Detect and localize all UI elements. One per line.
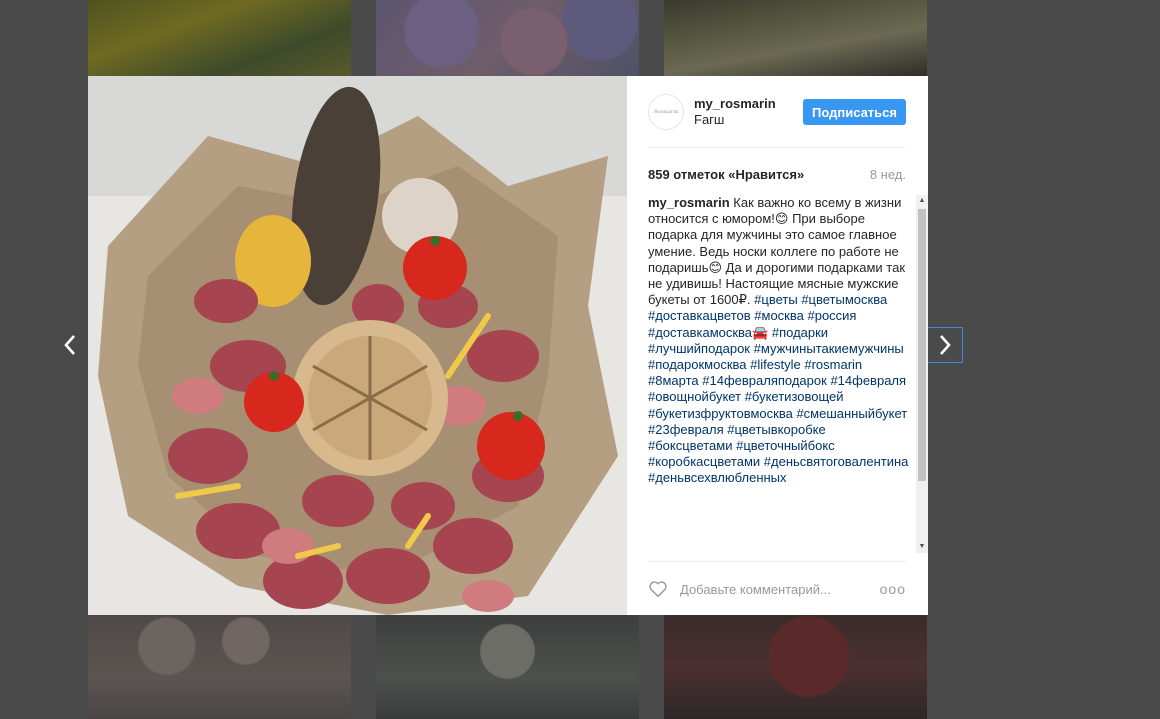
heart-icon[interactable] (648, 578, 670, 600)
grid-thumbnail[interactable] (376, 0, 639, 76)
scroll-up-arrow-icon[interactable]: ▲ (916, 195, 928, 207)
hashtag-link[interactable]: #цветы (754, 292, 798, 307)
likes-count[interactable]: 859 отметок «Нравится» (648, 167, 804, 182)
caption-text: Как важно ко всему в жизни относится с ю… (648, 195, 906, 308)
hashtag-link[interactable]: #подарки (772, 325, 828, 340)
hashtag-link[interactable]: #цветывкоробке (727, 422, 825, 437)
hashtag-link[interactable]: #букетизовощей (745, 389, 844, 404)
meat-bouquet-image (88, 76, 627, 615)
hashtag-link[interactable]: #деньвсехвлюбленных (648, 470, 787, 485)
location-link[interactable]: Fагш (694, 112, 803, 128)
avatar-logo-text: Rosmarin (653, 108, 679, 115)
hashtag-link[interactable]: #доставкацветов (648, 308, 751, 323)
scroll-down-arrow-icon[interactable]: ▼ (916, 541, 928, 553)
hashtag-list: #цветы #цветымосква #доставкацветов #мос… (648, 292, 908, 485)
hashtag-link[interactable]: #боксцветами (648, 438, 732, 453)
post-photo[interactable] (88, 76, 627, 615)
comment-bar: ooo (648, 561, 906, 616)
caption-scroll-area[interactable]: my_rosmarin Как важно ко всему в жизни о… (648, 195, 928, 553)
hashtag-link[interactable]: #деньсвятоговалентина (764, 454, 909, 469)
caption-scrollbar[interactable]: ▲ ▼ (916, 195, 928, 553)
previous-post-button[interactable] (52, 327, 88, 363)
hashtag-link[interactable]: #смешанныйбукет (796, 406, 907, 421)
hashtag-link[interactable]: #8марта (648, 373, 699, 388)
user-block: my_rosmarin Fагш (694, 96, 803, 128)
next-post-button[interactable] (927, 327, 963, 363)
username-link[interactable]: my_rosmarin (694, 96, 803, 112)
hashtag-link[interactable]: #россия (807, 308, 856, 323)
grid-thumbnail[interactable] (88, 615, 351, 719)
more-options-icon[interactable]: ooo (880, 581, 906, 597)
hashtag-link[interactable]: #цветымосква (801, 292, 887, 307)
scrollbar-thumb[interactable] (918, 209, 926, 481)
hashtag-link[interactable]: #овощнойбукет (648, 389, 741, 404)
chevron-right-icon (940, 335, 951, 355)
hashtag-link[interactable]: #доставкамосква🚘 (648, 325, 768, 340)
post-header: Rosmarin my_rosmarin Fагш Подписаться (648, 76, 906, 148)
hashtag-link[interactable]: #мужчинытакиемужчины (754, 341, 904, 356)
chevron-left-icon (64, 335, 75, 355)
avatar[interactable]: Rosmarin (648, 93, 684, 130)
caption: my_rosmarin Как важно ко всему в жизни о… (648, 195, 910, 487)
post-sidebar: Rosmarin my_rosmarin Fагш Подписаться 85… (627, 76, 928, 615)
post-age[interactable]: 8 нед. (870, 167, 906, 182)
grid-thumbnail[interactable] (664, 615, 927, 719)
post-modal: Rosmarin my_rosmarin Fагш Подписаться 85… (88, 76, 928, 615)
hashtag-link[interactable]: #14февраляподарок (702, 373, 827, 388)
hashtag-link[interactable]: #цветочныйбокс (736, 438, 835, 453)
hashtag-link[interactable]: #коробкасцветами (648, 454, 760, 469)
grid-thumbnail[interactable] (664, 0, 927, 76)
hashtag-link[interactable]: #14февраля (830, 373, 906, 388)
hashtag-link[interactable]: #rosmarin (804, 357, 862, 372)
follow-button[interactable]: Подписаться (802, 98, 906, 125)
grid-thumbnail[interactable] (376, 615, 639, 719)
hashtag-link[interactable]: #лучшийподарок (648, 341, 750, 356)
comment-input[interactable] (678, 580, 872, 598)
caption-username[interactable]: my_rosmarin (648, 195, 730, 210)
post-stats: 859 отметок «Нравится» 8 нед. (648, 148, 906, 200)
hashtag-link[interactable]: #lifestyle (750, 357, 801, 372)
hashtag-link[interactable]: #подарокмосква (648, 357, 747, 372)
hashtag-link[interactable]: #23февраля (648, 422, 724, 437)
grid-thumbnail[interactable] (88, 0, 351, 76)
hashtag-link[interactable]: #букетизфруктовмосква (648, 406, 793, 421)
hashtag-link[interactable]: #москва (754, 308, 804, 323)
